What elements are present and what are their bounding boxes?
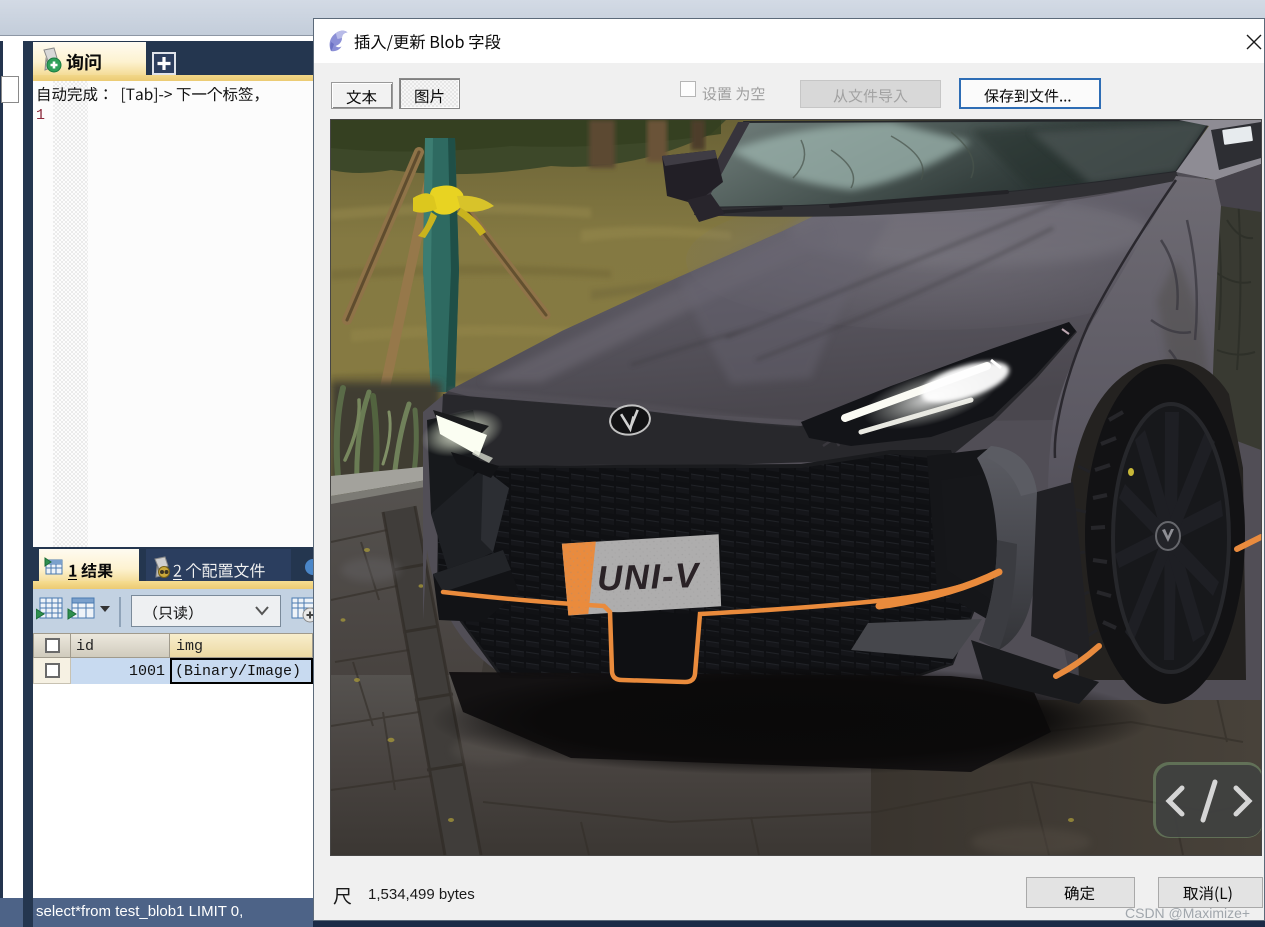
- svg-text:UNI-V: UNI-V: [596, 556, 701, 599]
